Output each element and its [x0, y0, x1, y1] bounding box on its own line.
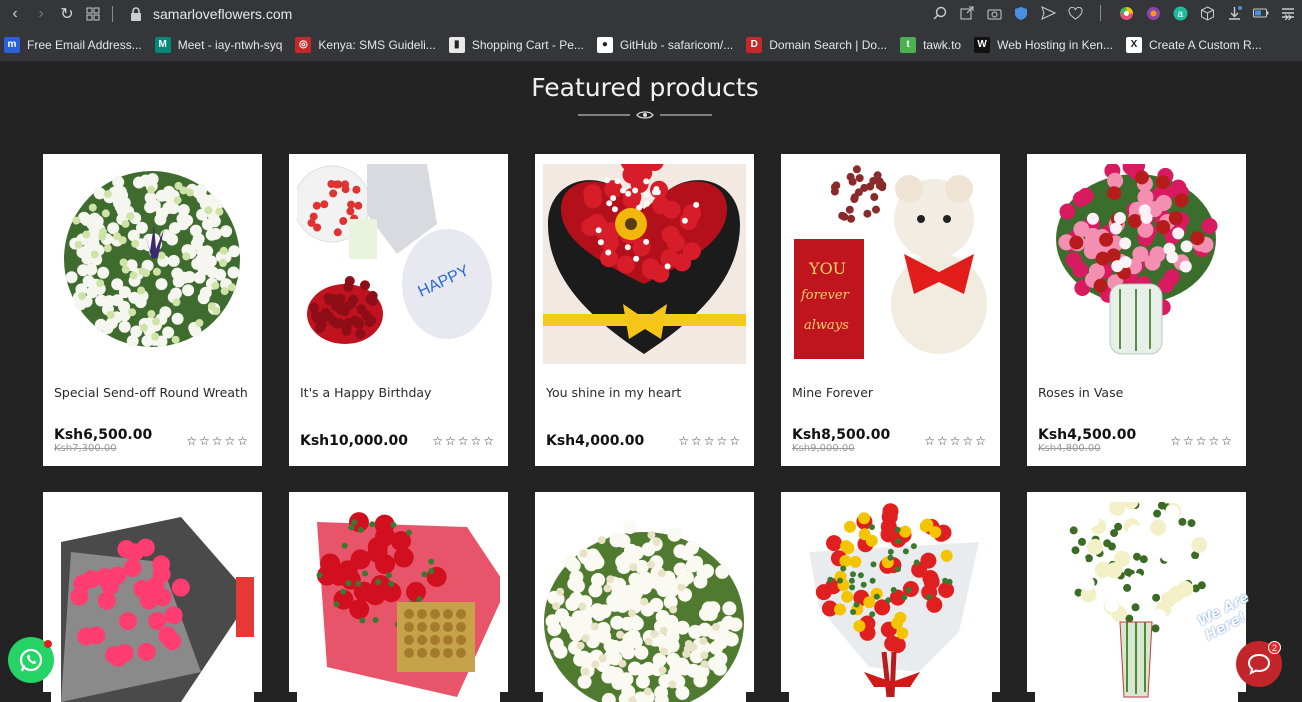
- eye-divider-icon: [578, 108, 712, 122]
- bookmarks-overflow-icon[interactable]: »: [1284, 8, 1292, 24]
- product-image[interactable]: [543, 502, 746, 702]
- svg-text:a: a: [1177, 9, 1183, 20]
- rating-stars-icon: ☆☆☆☆☆: [924, 434, 988, 448]
- product-image[interactable]: [51, 502, 254, 702]
- product-card[interactable]: [43, 492, 262, 692]
- toolbar-divider: [1100, 5, 1101, 21]
- product-image[interactable]: [297, 502, 500, 702]
- address-bar[interactable]: samarloveflowers.com: [153, 6, 292, 22]
- bookmarks-bar: m Free Email Address... M Meet - iay-ntwh-s…: [0, 28, 1302, 62]
- product-card[interactable]: [1027, 492, 1246, 692]
- bookmark-item[interactable]: W Web Hosting in Ken...: [974, 37, 1113, 53]
- bookmark-label: Web Hosting in Ken...: [997, 38, 1113, 52]
- product-old-price: Ksh4,800.00: [1038, 443, 1101, 454]
- section-title: Featured products: [0, 73, 1290, 102]
- product-image[interactable]: [51, 164, 254, 364]
- toolbar-divider: [112, 6, 113, 22]
- product-price: Ksh4,000.00: [546, 433, 644, 449]
- product-card[interactable]: YOU forever always Mine Forever Ksh8,500.00K…: [781, 154, 1000, 466]
- product-card[interactable]: [289, 492, 508, 692]
- forward-icon[interactable]: ›: [30, 3, 52, 25]
- bookmark-favicon-icon: ▮: [449, 37, 465, 53]
- bookmark-label: Free Email Address...: [27, 38, 142, 52]
- notification-dot: [44, 640, 52, 648]
- product-name[interactable]: Special Send-off Round Wreath: [54, 385, 248, 400]
- rating-stars-icon: ☆☆☆☆☆: [678, 434, 742, 448]
- product-card[interactable]: You shine in my heart Ksh4,000.00 ☆☆☆☆☆: [535, 154, 754, 466]
- rating-stars-icon: ☆☆☆☆☆: [186, 434, 250, 448]
- bookmark-label: Domain Search | Do...: [769, 38, 887, 52]
- bookmark-item[interactable]: ● GitHub - safaricom/...: [597, 37, 733, 53]
- bookmark-label: Kenya: SMS Guideli...: [318, 38, 435, 52]
- reload-icon[interactable]: ↻: [56, 3, 78, 25]
- chat-unread-badge: 2: [1268, 641, 1281, 654]
- cube-icon[interactable]: [1197, 3, 1217, 23]
- download-icon[interactable]: [1224, 3, 1244, 23]
- bookmark-item[interactable]: M Meet - iay-ntwh-syq: [155, 37, 283, 53]
- product-old-price: Ksh7,300.00: [54, 443, 117, 454]
- browser-toolbar: ‹ › ↻ samarloveflowers.com a: [0, 0, 1302, 28]
- whatsapp-icon: [17, 646, 45, 674]
- bookmark-favicon-icon: ●: [597, 37, 613, 53]
- product-image[interactable]: YOU forever always: [789, 164, 992, 364]
- bookmark-favicon-icon: M: [155, 37, 171, 53]
- bookmark-item[interactable]: ◎ Kenya: SMS Guideli...: [295, 37, 435, 53]
- product-image[interactable]: [1035, 502, 1238, 702]
- heart-icon[interactable]: [1065, 3, 1085, 23]
- bookmark-favicon-icon: m: [4, 37, 20, 53]
- share-icon[interactable]: [957, 3, 977, 23]
- bookmark-favicon-icon: D: [746, 37, 762, 53]
- bookmark-favicon-icon: t: [900, 37, 916, 53]
- product-price: Ksh8,500.00: [792, 427, 890, 443]
- product-name[interactable]: Roses in Vase: [1038, 385, 1123, 400]
- bookmark-label: GitHub - safaricom/...: [620, 38, 733, 52]
- product-price: Ksh6,500.00: [54, 427, 152, 443]
- send-icon[interactable]: [1038, 3, 1058, 23]
- tabs-grid-icon[interactable]: [82, 3, 104, 25]
- camera-icon[interactable]: [984, 3, 1004, 23]
- bookmark-item[interactable]: t tawk.to: [900, 37, 961, 53]
- product-old-price: Ksh9,000.00: [792, 443, 855, 454]
- product-image[interactable]: [1035, 164, 1238, 364]
- product-price: Ksh10,000.00: [300, 433, 408, 449]
- bookmark-label: Create A Custom R...: [1149, 38, 1262, 52]
- bookmark-label: Shopping Cart - Pe...: [472, 38, 584, 52]
- lock-icon[interactable]: [125, 3, 147, 25]
- battery-icon[interactable]: [1251, 3, 1271, 23]
- product-card[interactable]: [535, 492, 754, 692]
- chat-bubble-icon: [1247, 653, 1271, 675]
- shield-icon[interactable]: [1011, 3, 1031, 23]
- bookmark-item[interactable]: ▮ Shopping Cart - Pe...: [449, 37, 584, 53]
- product-card[interactable]: HAPPY It's a Happy Birthday Ksh10,000.00 ☆☆…: [289, 154, 508, 466]
- product-image[interactable]: [543, 164, 746, 364]
- bookmark-favicon-icon: ◎: [295, 37, 311, 53]
- extension-a-icon[interactable]: a: [1170, 3, 1190, 23]
- bookmark-favicon-icon: W: [974, 37, 990, 53]
- product-name[interactable]: You shine in my heart: [546, 385, 681, 400]
- svg-text:YOU: YOU: [808, 259, 846, 278]
- bookmark-item[interactable]: m Free Email Address...: [4, 37, 142, 53]
- bookmark-label: tawk.to: [923, 38, 961, 52]
- palette-icon[interactable]: [1143, 3, 1163, 23]
- product-image[interactable]: [789, 502, 992, 702]
- rating-stars-icon: ☆☆☆☆☆: [432, 434, 496, 448]
- bookmark-item[interactable]: D Domain Search | Do...: [746, 37, 887, 53]
- product-card[interactable]: Special Send-off Round Wreath Ksh6,500.00…: [43, 154, 262, 466]
- svg-text:forever: forever: [800, 288, 850, 303]
- product-name[interactable]: It's a Happy Birthday: [300, 385, 431, 400]
- bookmark-label: Meet - iay-ntwh-syq: [178, 38, 283, 52]
- product-name[interactable]: Mine Forever: [792, 385, 873, 400]
- product-price: Ksh4,500.00: [1038, 427, 1136, 443]
- product-card[interactable]: Roses in Vase Ksh4,500.00Ksh4,800.00 ☆☆☆☆☆: [1027, 154, 1246, 466]
- product-card[interactable]: [781, 492, 1000, 692]
- svg-text:always: always: [804, 318, 849, 333]
- back-icon[interactable]: ‹: [4, 3, 26, 25]
- rating-stars-icon: ☆☆☆☆☆: [1170, 434, 1234, 448]
- product-image[interactable]: HAPPY: [297, 164, 500, 364]
- search-icon[interactable]: [930, 3, 950, 23]
- bookmark-favicon-icon: X: [1126, 37, 1142, 53]
- color-wheel-icon[interactable]: [1116, 3, 1136, 23]
- page-content: Featured products Special Send-off Round…: [0, 63, 1302, 688]
- bookmark-item[interactable]: X Create A Custom R...: [1126, 37, 1262, 53]
